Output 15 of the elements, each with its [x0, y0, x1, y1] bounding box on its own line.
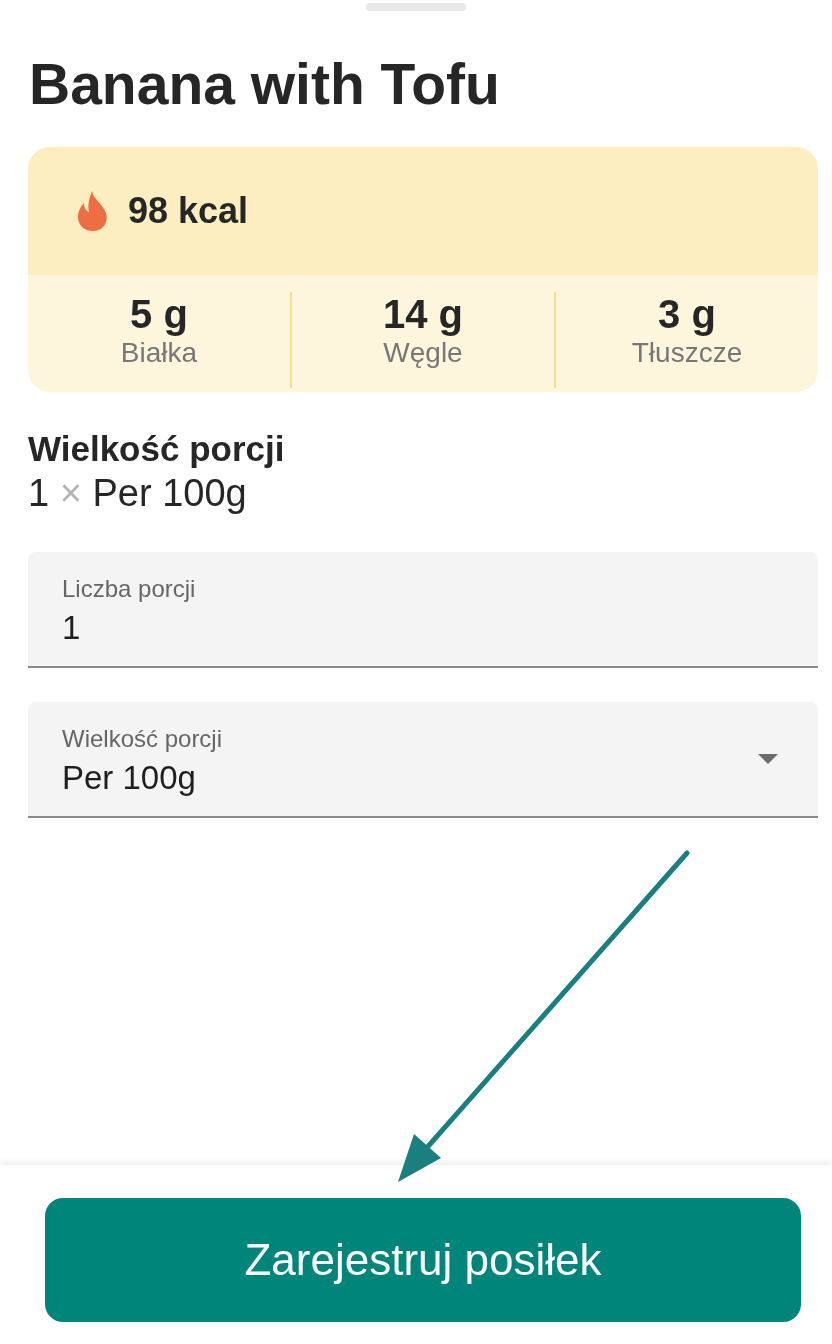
log-meal-button[interactable]: Zarejestruj posiłek: [45, 1198, 801, 1322]
servings-input[interactable]: Liczba porcji 1: [28, 552, 818, 668]
macro-label: Białka: [120, 336, 198, 369]
calorie-value: 98 kcal: [128, 190, 249, 232]
serving-heading: Wielkość porcji: [28, 428, 285, 470]
macro-label: Węgle: [383, 336, 463, 369]
food-title: Banana with Tofu: [29, 53, 500, 115]
flame-icon: [78, 191, 108, 231]
macro-value: 5 g: [130, 290, 188, 337]
macro-label: Tłuszcze: [631, 336, 743, 369]
serving-size-dropdown[interactable]: Wielkość porcji Per 100g: [28, 702, 818, 818]
serving-summary: 1 × Per 100g: [28, 471, 247, 516]
macro-value: 3 g: [658, 290, 716, 337]
dropdown-caret-icon: [758, 754, 778, 764]
macro-value: 14 g: [382, 290, 463, 337]
